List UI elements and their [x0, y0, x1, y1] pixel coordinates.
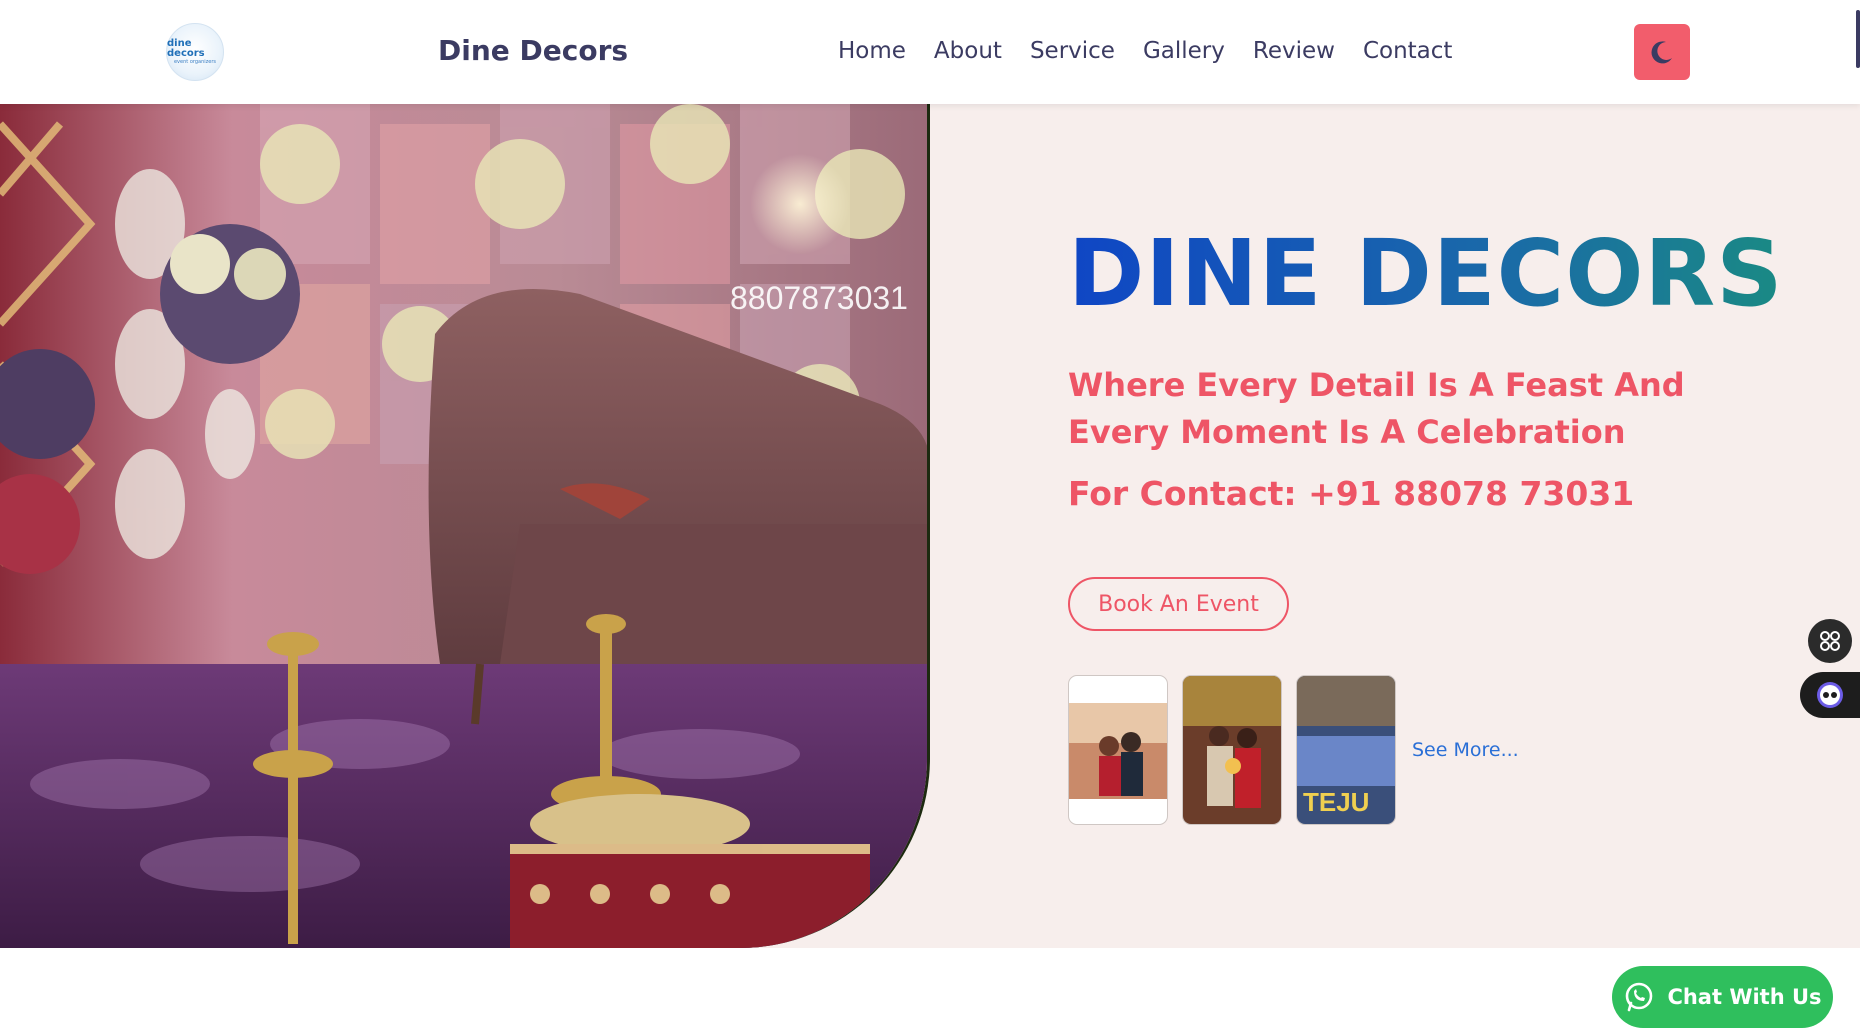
hero-section: 8807873031 DINE DECORS Where Every Detai…: [0, 104, 1860, 1028]
gallery-thumbnail-3[interactable]: TEJU: [1296, 675, 1396, 825]
book-event-button[interactable]: Book An Event: [1068, 577, 1289, 631]
site-header: dine decors event organizers Dine Decors…: [0, 0, 1860, 104]
main-nav: Home About Service Gallery Review Contac…: [838, 38, 1480, 64]
logo-subtext: event organizers: [173, 58, 216, 65]
moon-icon: [1651, 41, 1672, 64]
hero-contact: For Contact: +91 88078 73031: [1068, 474, 1635, 513]
couple-photo: [1069, 703, 1167, 799]
nav-about[interactable]: About: [934, 38, 1002, 64]
hero-video-image: 8807873031: [0, 104, 930, 948]
thumbnail-teju-text: TEJU: [1303, 787, 1369, 817]
logo-text: dine decors: [167, 37, 205, 59]
nav-home[interactable]: Home: [838, 38, 906, 64]
gallery-thumbnail-1[interactable]: [1068, 675, 1168, 825]
hero-image-phone-overlay: 8807873031: [730, 280, 908, 316]
hero-title: DINE DECORS: [1068, 220, 1784, 327]
theme-toggle-button[interactable]: [1634, 24, 1690, 80]
apps-button[interactable]: [1808, 619, 1852, 663]
wedding-photo: [1183, 676, 1281, 824]
apps-grid-icon: [1820, 631, 1840, 651]
assistant-button[interactable]: [1800, 672, 1860, 718]
gallery-thumbnail-2[interactable]: [1182, 675, 1282, 825]
nav-contact[interactable]: Contact: [1363, 38, 1452, 64]
decor-stage-illustration: 8807873031: [0, 104, 927, 948]
nav-gallery[interactable]: Gallery: [1143, 38, 1225, 64]
stage-poster-photo: TEJU: [1297, 676, 1395, 824]
nav-service[interactable]: Service: [1030, 38, 1115, 64]
see-more-link[interactable]: See More...: [1412, 739, 1519, 761]
chat-with-us-button[interactable]: Chat With Us: [1612, 966, 1833, 1028]
whatsapp-icon: [1626, 982, 1653, 1012]
chat-label: Chat With Us: [1667, 985, 1822, 1009]
assistant-face-icon: [1817, 682, 1843, 708]
hero-tagline: Where Every Detail Is A Feast And Every …: [1068, 366, 1685, 451]
brand-title[interactable]: Dine Decors: [438, 34, 628, 67]
brand-logo[interactable]: dine decors event organizers: [166, 23, 224, 81]
nav-review[interactable]: Review: [1253, 38, 1335, 64]
scroll-indicator: [1856, 10, 1860, 68]
